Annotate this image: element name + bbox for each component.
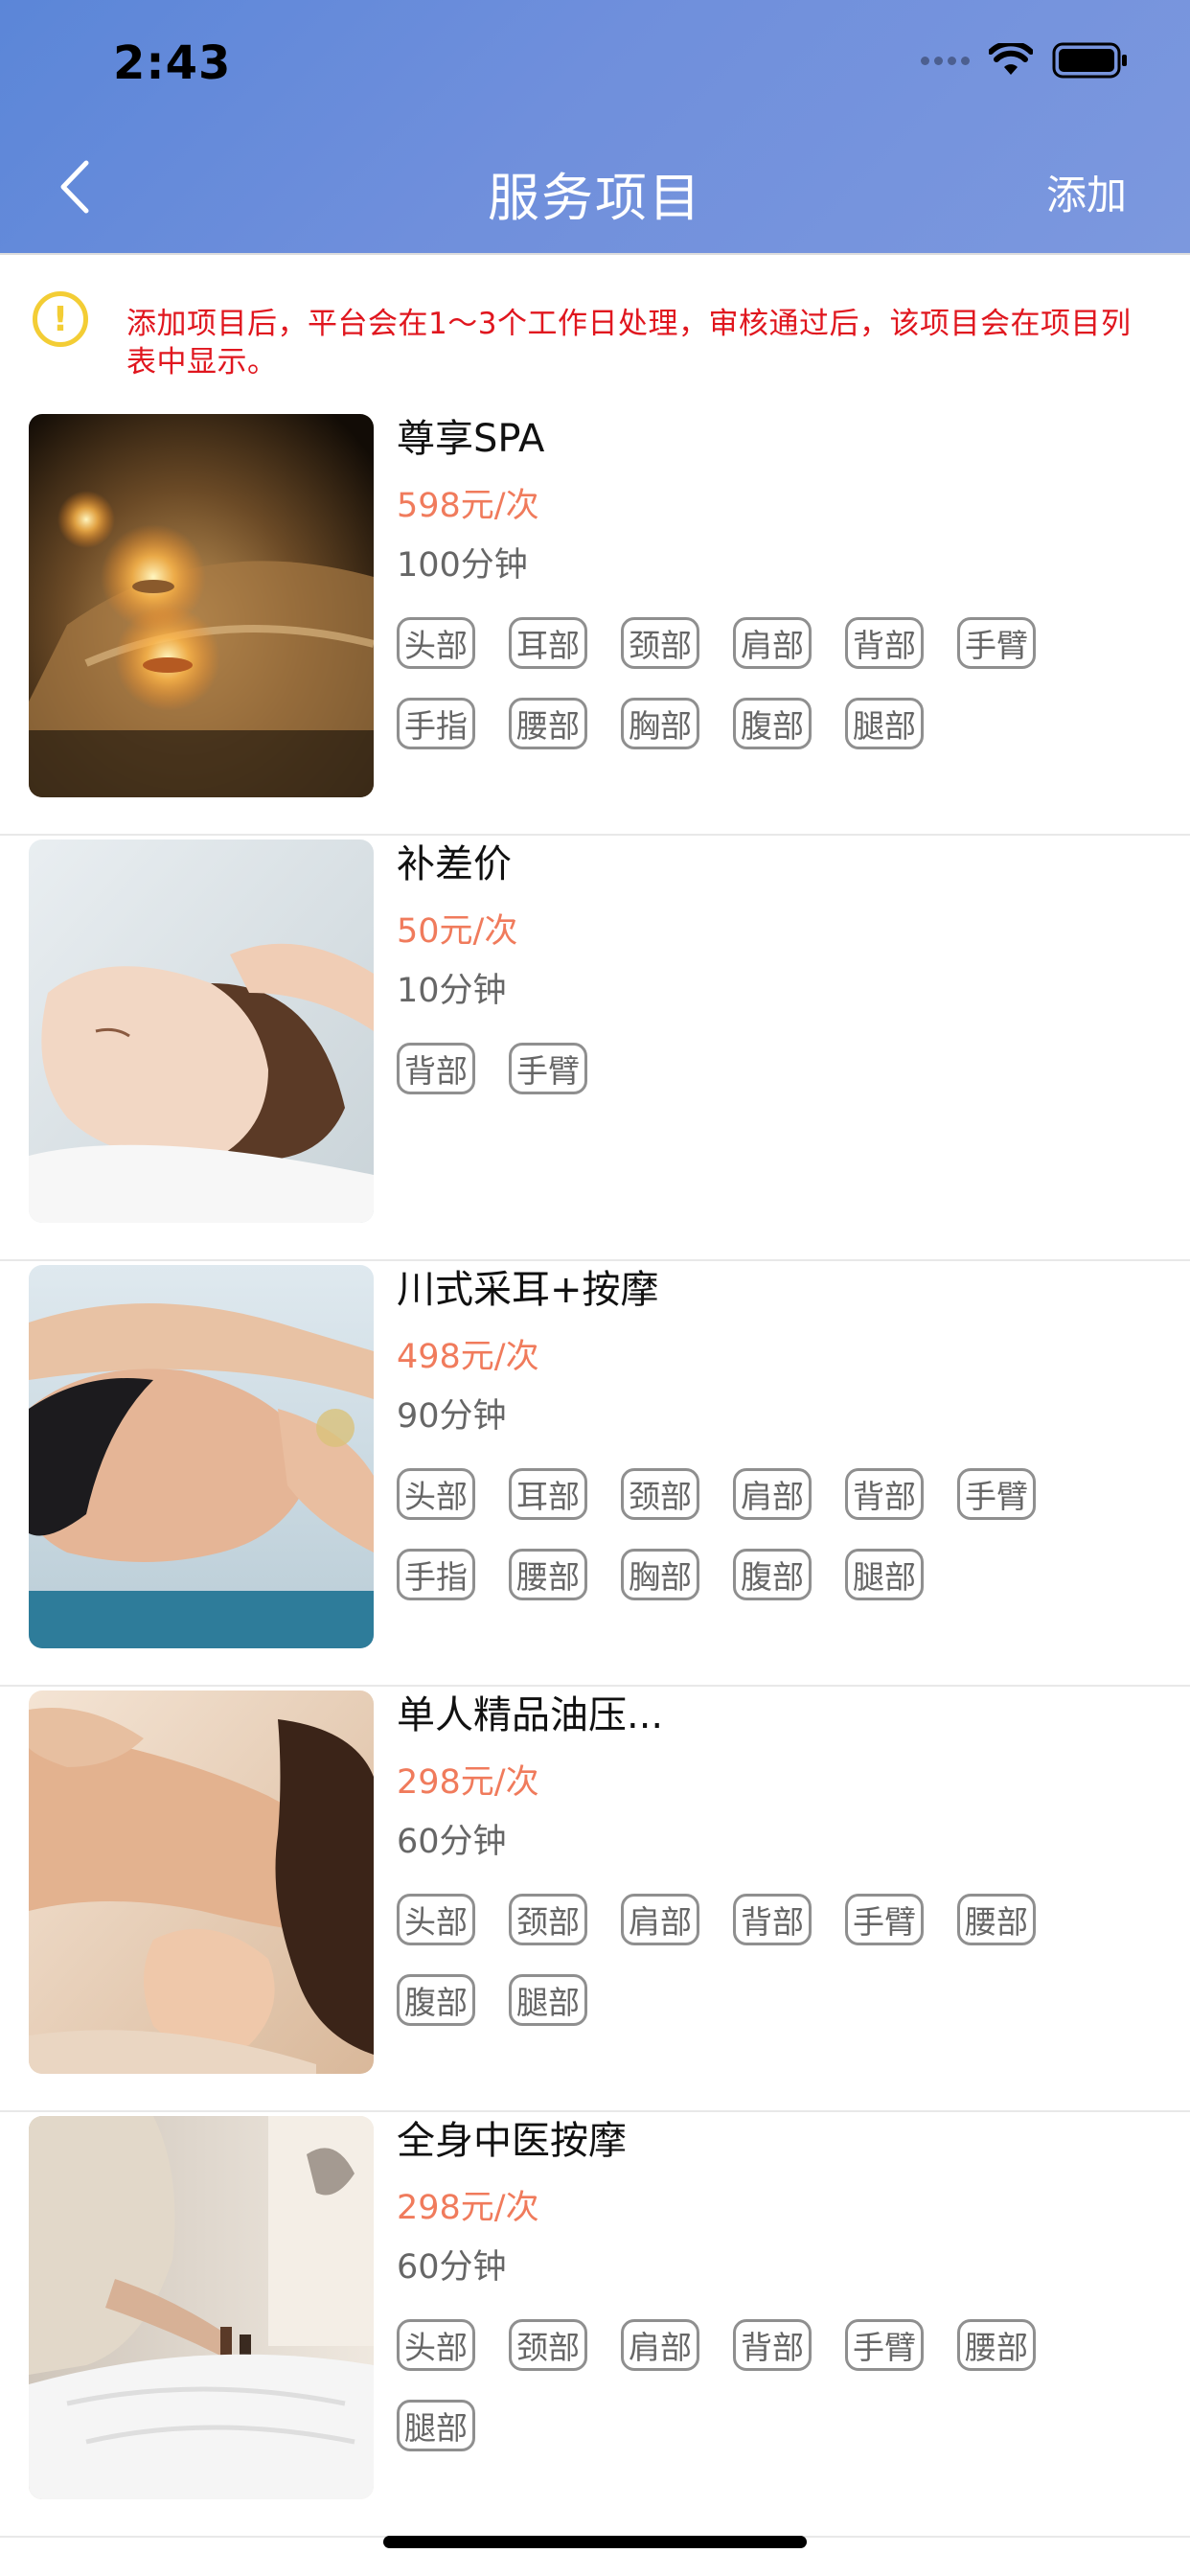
tag: 耳部 [509, 617, 587, 669]
status-time: 2:43 [113, 36, 232, 90]
tag: 腹部 [733, 1549, 812, 1600]
list-item[interactable]: 单人精品油压... 298元/次 60分钟 头部 颈部 肩部 背部 手臂 腰部 … [0, 1687, 1190, 2112]
tag: 颈部 [621, 1468, 699, 1520]
service-image [29, 1265, 374, 1648]
tag: 手臂 [845, 2319, 924, 2371]
tag: 颈部 [509, 2319, 587, 2371]
battery-icon [1052, 42, 1127, 79]
service-info: 单人精品油压... 298元/次 60分钟 头部 颈部 肩部 背部 手臂 腰部 … [397, 1689, 1163, 2026]
service-name: 单人精品油压... [397, 1693, 664, 1737]
tag: 腹部 [397, 1974, 475, 2026]
service-duration: 100分钟 [397, 546, 528, 585]
tag: 背部 [845, 1468, 924, 1520]
service-duration: 60分钟 [397, 1823, 507, 1861]
body-part-tags: 头部 颈部 肩部 背部 手臂 腰部 腿部 [397, 2319, 1087, 2451]
tag: 肩部 [621, 2319, 699, 2371]
tag: 胸部 [621, 1549, 699, 1600]
tag: 耳部 [509, 1468, 587, 1520]
wifi-icon [989, 43, 1033, 75]
tag: 腰部 [957, 1894, 1036, 1945]
home-indicator [383, 2536, 807, 2548]
service-duration: 90分钟 [397, 1397, 507, 1436]
tag: 腰部 [509, 1549, 587, 1600]
list-item[interactable]: 全身中医按摩 298元/次 60分钟 头部 颈部 肩部 背部 手臂 腰部 腿部 [0, 2112, 1190, 2538]
service-image [29, 840, 374, 1223]
list-item[interactable]: 川式采耳+按摩 498元/次 90分钟 头部 耳部 颈部 肩部 背部 手臂 手指… [0, 1261, 1190, 1687]
body-part-tags: 头部 颈部 肩部 背部 手臂 腰部 腹部 腿部 [397, 1894, 1087, 2026]
tag: 肩部 [733, 1468, 812, 1520]
tag: 背部 [397, 1043, 475, 1094]
service-price: 298元/次 [397, 2189, 539, 2227]
service-image [29, 1690, 374, 2074]
tag: 背部 [733, 1894, 812, 1945]
tag: 腰部 [509, 698, 587, 749]
tag: 头部 [397, 2319, 475, 2371]
tag: 手臂 [509, 1043, 587, 1094]
cellular-signal-icon [921, 56, 970, 65]
service-duration: 60分钟 [397, 2248, 507, 2287]
service-duration: 10分钟 [397, 972, 507, 1010]
service-price: 298元/次 [397, 1763, 539, 1802]
tag: 肩部 [733, 617, 812, 669]
service-info: 补差价 50元/次 10分钟 背部 手臂 [397, 838, 1163, 1094]
tag: 背部 [733, 2319, 812, 2371]
tag: 腰部 [957, 2319, 1036, 2371]
body-part-tags: 背部 手臂 [397, 1043, 1087, 1094]
service-info: 尊享SPA 598元/次 100分钟 头部 耳部 颈部 肩部 背部 手臂 手指 … [397, 412, 1163, 749]
tag: 颈部 [621, 617, 699, 669]
notice-text: 添加项目后，平台会在1～3个工作日处理，审核通过后，该项目会在项目列表中显示。 [126, 307, 1132, 380]
service-name: 补差价 [397, 842, 512, 886]
tag: 腿部 [845, 698, 924, 749]
tag: 头部 [397, 1468, 475, 1520]
service-name: 川式采耳+按摩 [397, 1268, 659, 1312]
warning-icon: ! [33, 291, 88, 347]
tag: 肩部 [621, 1894, 699, 1945]
service-name: 尊享SPA [397, 417, 545, 461]
tag: 胸部 [621, 698, 699, 749]
notice-banner: ! 添加项目后，平台会在1～3个工作日处理，审核通过后，该项目会在项目列表中显示… [0, 291, 1190, 387]
tag: 腿部 [509, 1974, 587, 2026]
tag: 腹部 [733, 698, 812, 749]
nav-header: 2:43 服务项目 添加 [0, 0, 1190, 255]
tag: 颈部 [509, 1894, 587, 1945]
tag: 手臂 [957, 1468, 1036, 1520]
page-title: 服务项目 [488, 168, 702, 228]
tag: 手指 [397, 698, 475, 749]
service-image [29, 414, 374, 797]
service-price: 50元/次 [397, 912, 518, 951]
tag: 手指 [397, 1549, 475, 1600]
body-part-tags: 头部 耳部 颈部 肩部 背部 手臂 手指 腰部 胸部 腹部 腿部 [397, 617, 1087, 749]
service-info: 川式采耳+按摩 498元/次 90分钟 头部 耳部 颈部 肩部 背部 手臂 手指… [397, 1263, 1163, 1600]
service-image [29, 2116, 374, 2499]
tag: 腿部 [397, 2400, 475, 2451]
tag: 手臂 [957, 617, 1036, 669]
list-item[interactable]: 补差价 50元/次 10分钟 背部 手臂 [0, 836, 1190, 1261]
status-indicators [921, 42, 1129, 79]
add-button[interactable]: 添加 [1046, 163, 1127, 221]
tag: 手臂 [845, 1894, 924, 1945]
tag: 头部 [397, 1894, 475, 1945]
tag: 背部 [845, 617, 924, 669]
service-name: 全身中医按摩 [397, 2119, 627, 2163]
tag: 腿部 [845, 1549, 924, 1600]
service-price: 498元/次 [397, 1338, 539, 1376]
list-item[interactable]: 尊享SPA 598元/次 100分钟 头部 耳部 颈部 肩部 背部 手臂 手指 … [0, 410, 1190, 836]
service-info: 全身中医按摩 298元/次 60分钟 头部 颈部 肩部 背部 手臂 腰部 腿部 [397, 2114, 1163, 2451]
body-part-tags: 头部 耳部 颈部 肩部 背部 手臂 手指 腰部 胸部 腹部 腿部 [397, 1468, 1087, 1600]
service-price: 598元/次 [397, 487, 539, 525]
tag: 头部 [397, 617, 475, 669]
